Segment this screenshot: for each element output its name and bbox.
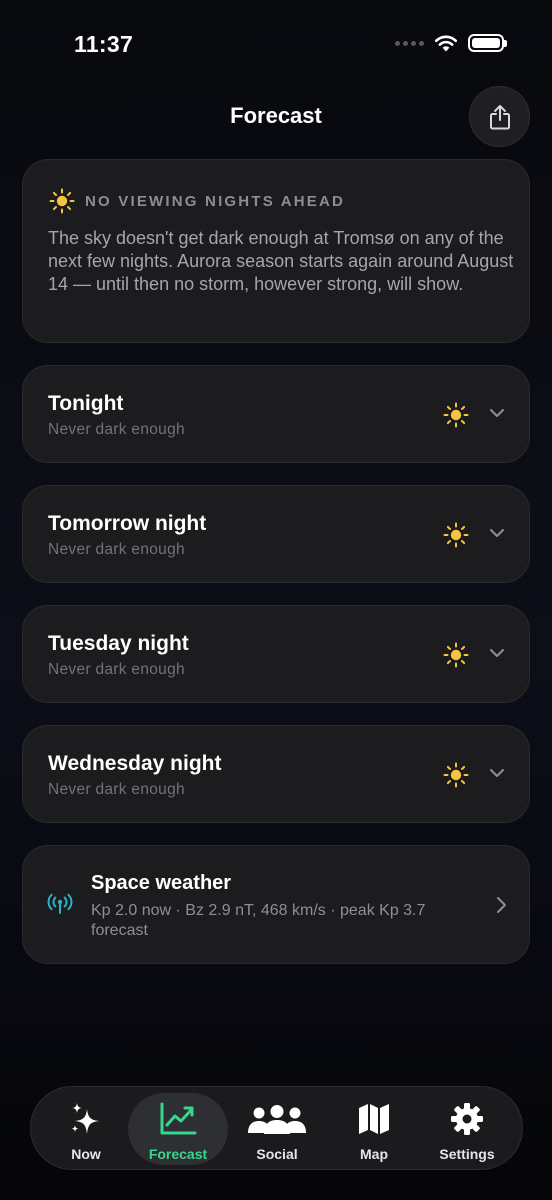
status-icons	[395, 34, 507, 52]
sun-icon	[443, 762, 469, 788]
chevron-down-icon[interactable]	[489, 767, 505, 779]
tab-forecast[interactable]: Forecast	[128, 1093, 228, 1165]
chevron-down-icon[interactable]	[489, 407, 505, 419]
chart-icon	[160, 1102, 197, 1135]
night-title: Tonight	[48, 392, 124, 415]
sun-icon	[443, 642, 469, 668]
tab-label: Social	[256, 1146, 298, 1162]
night-title: Tuesday night	[48, 632, 189, 655]
night-subtitle: Never dark enough	[48, 781, 185, 798]
antenna-icon	[47, 893, 73, 914]
chevron-down-icon[interactable]	[489, 527, 505, 539]
night-subtitle: Never dark enough	[48, 421, 185, 438]
share-icon	[489, 104, 510, 129]
night-title: Wednesday night	[48, 752, 222, 775]
tab-map[interactable]: Map	[324, 1093, 424, 1165]
alert-body: The sky doesn't get dark enough at Troms…	[48, 228, 514, 294]
night-card-tomorrow[interactable]: Tomorrow night Never dark enough	[22, 485, 530, 583]
space-weather-card[interactable]: Space weather Kp 2.0 now · Bz 2.9 nT, 46…	[22, 845, 530, 964]
sun-icon	[443, 402, 469, 428]
night-subtitle: Never dark enough	[48, 661, 185, 678]
sun-icon	[49, 188, 75, 214]
tab-label: Now	[71, 1146, 101, 1162]
battery-icon	[468, 34, 507, 52]
night-subtitle: Never dark enough	[48, 541, 185, 558]
alert-label: NO VIEWING NIGHTS AHEAD	[85, 192, 346, 210]
status-bar: 11:37	[0, 0, 552, 90]
night-card-tuesday[interactable]: Tuesday night Never dark enough	[22, 605, 530, 703]
people-icon	[248, 1105, 306, 1134]
sparkles-icon	[71, 1103, 99, 1134]
tab-social[interactable]: Social	[227, 1093, 327, 1165]
tab-bar: Now Forecast Social Map Settings	[30, 1086, 523, 1170]
chevron-down-icon[interactable]	[489, 647, 505, 659]
cellular-signal-icon	[395, 40, 424, 46]
alert-header: NO VIEWING NIGHTS AHEAD	[49, 188, 345, 214]
space-weather-title: Space weather	[91, 872, 232, 894]
space-weather-detail: Kp 2.0 now · Bz 2.9 nT, 468 km/s · peak …	[91, 902, 426, 939]
chevron-right-icon	[497, 897, 506, 913]
sun-icon	[443, 522, 469, 548]
map-icon	[359, 1104, 389, 1134]
tab-label: Settings	[439, 1146, 495, 1162]
wifi-icon	[434, 35, 458, 52]
night-card-tonight[interactable]: Tonight Never dark enough	[22, 365, 530, 463]
night-title: Tomorrow night	[48, 512, 207, 535]
no-viewing-nights-card: NO VIEWING NIGHTS AHEAD The sky doesn't …	[22, 159, 530, 343]
status-time: 11:37	[74, 31, 134, 57]
gear-icon	[451, 1103, 483, 1135]
tab-label: Forecast	[148, 1146, 208, 1162]
tab-settings[interactable]: Settings	[417, 1093, 517, 1165]
share-button[interactable]	[469, 86, 530, 147]
night-card-wednesday[interactable]: Wednesday night Never dark enough	[22, 725, 530, 823]
tab-label: Map	[360, 1146, 388, 1162]
tab-now[interactable]: Now	[36, 1093, 136, 1165]
